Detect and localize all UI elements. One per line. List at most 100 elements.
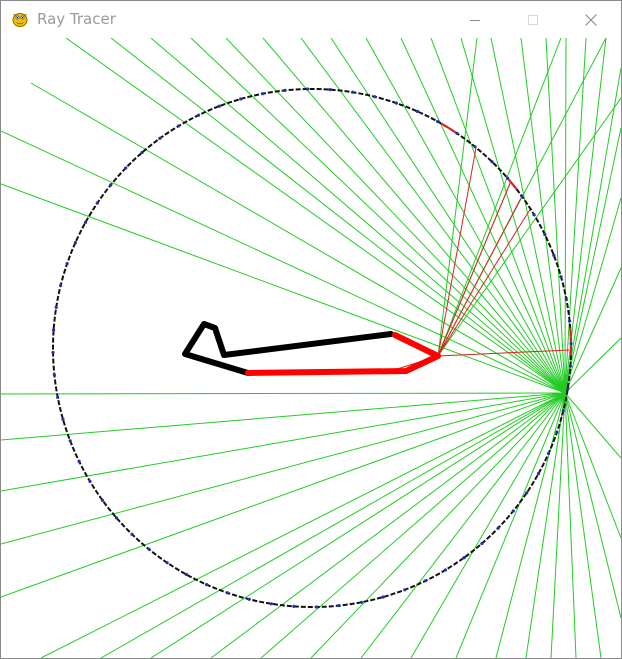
circle-sample-point [473,145,477,149]
circle-sample-point [226,591,230,595]
mirror-circle [51,87,573,609]
light-ray [100,392,566,658]
circle-sample-point [205,583,209,587]
light-ray [545,38,566,394]
light-ray [410,392,566,658]
circle-sample-point [109,183,113,187]
circle-sample-point [351,90,355,94]
circle-sample-point [184,572,188,577]
circle-sample-point [54,305,58,309]
circle-sample-point [480,541,484,546]
circle-sample-point [543,232,547,237]
circle-sample-point [547,451,551,455]
light-ray [210,392,566,658]
circle-sample-point [292,604,296,609]
pygame-snake-icon [12,13,28,27]
window-title: Ray Tracer [37,10,116,28]
circle-sample-point [59,283,63,287]
circle-sample-point [559,275,563,279]
circle-sample-point [490,160,494,164]
ray-tracer-canvas[interactable] [1,38,621,658]
light-ray [564,38,567,394]
light-ray [1,392,566,395]
minimize-icon [470,19,480,21]
maximize-button[interactable] [510,5,556,34]
circle-sample-point [247,597,251,601]
light-ray [564,67,621,394]
light-ray [455,392,566,658]
circle-sample-point [130,532,134,536]
light-ray [40,392,566,658]
mirror-circle-outline [52,88,572,608]
light-ray [150,392,566,658]
light-rays [1,38,621,658]
circle-sample-point [124,166,128,170]
light-ray [262,38,566,394]
circle-sample-point [73,241,77,245]
circle-sample-point [328,88,332,92]
circle-sample-point [359,600,363,604]
reflected-arc [569,327,573,356]
maximize-icon [528,14,538,25]
circle-sample-point [552,253,556,257]
circle-sample-point [147,547,151,551]
circle-sample-point [95,201,99,205]
app-window: Ray Tracer [0,0,622,659]
circle-sample-point [52,373,57,377]
reflected-rays [390,147,570,372]
reflected-arc [440,122,457,134]
circle-sample-point [261,92,265,96]
circle-sample-point [83,220,88,224]
circle-sample-point [511,509,515,513]
circle-sample-point [65,262,69,266]
circle-sample-point [283,88,287,92]
circle-sample-point [436,119,440,124]
circle-sample-point [561,409,565,413]
circle-sample-point [239,97,243,101]
circle-sample-point [394,101,398,105]
circle-sample-point [525,491,529,495]
circle-sample-point [305,87,310,91]
light-ray [564,197,621,394]
circle-sample-point [68,439,72,443]
close-button[interactable] [568,5,614,34]
circle-sample-point [496,526,500,530]
close-icon [585,13,597,26]
circle-sample-point [443,568,447,572]
circle-sample-point [61,417,65,421]
circle-sample-point [269,602,273,606]
circle-sample-point [177,124,181,128]
circle-sample-point [114,516,119,520]
circle-sample-point [217,104,221,108]
light-ray [564,392,621,539]
light-ray [1,392,566,441]
light-ray [360,392,566,658]
circle-sample-point [532,213,536,217]
light-ray [310,392,566,658]
circle-sample-point [373,95,377,99]
circle-sample-point [88,479,92,483]
circle-sample-point [568,364,573,368]
circle-sample-point [555,430,559,434]
circle-sample-point [455,131,459,135]
light-ray [564,38,587,394]
minimize-button[interactable] [452,5,498,34]
light-ray [460,38,566,394]
circle-sample-point [381,595,385,599]
circle-sample-point [520,194,524,198]
light-ray [1,392,566,598]
circle-sample-point [51,350,55,355]
light-ray [564,267,621,394]
light-ray [65,38,566,394]
circle-sample-point [564,297,568,301]
circle-sample-point [158,136,162,140]
circle-sample-point [165,561,169,565]
title-bar[interactable]: Ray Tracer [1,1,621,38]
circle-sample-point [314,605,319,609]
light-ray [1,392,566,492]
light-ray [495,392,566,658]
circle-sample-point [56,395,60,399]
circle-sample-point [566,387,570,391]
light-ray [564,127,621,394]
circle-sample-point [196,113,201,117]
